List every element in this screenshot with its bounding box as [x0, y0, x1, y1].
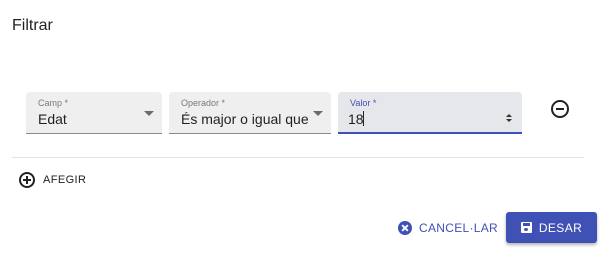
operator-select-label: Operador *: [181, 98, 226, 108]
field-select-value: Edat: [38, 111, 67, 127]
cancel-button[interactable]: CANCEL·LAR: [398, 218, 498, 238]
cancel-label: CANCEL·LAR: [419, 221, 499, 235]
value-input-value[interactable]: 18: [348, 111, 364, 127]
save-button[interactable]: DESAR: [506, 212, 597, 243]
value-input[interactable]: Valor * 18: [338, 92, 522, 134]
dropdown-arrow-icon: [313, 111, 323, 116]
text-cursor: [363, 111, 364, 126]
operator-select[interactable]: Operador * És major o igual que: [169, 92, 331, 134]
field-select-label: Camp *: [38, 98, 69, 108]
divider: [12, 157, 584, 158]
operator-select-value: És major o igual que: [181, 111, 309, 127]
add-filter-button[interactable]: AFEGIR: [19, 170, 86, 190]
add-circle-icon: [19, 172, 35, 188]
floppy-disk-icon: [520, 222, 532, 233]
save-label: DESAR: [538, 220, 583, 235]
add-filter-label: AFEGIR: [43, 174, 87, 186]
dropdown-arrow-icon: [144, 111, 154, 116]
value-input-label: Valor *: [350, 98, 377, 108]
field-select[interactable]: Camp * Edat: [26, 92, 162, 134]
number-spinner-icon[interactable]: [506, 113, 512, 123]
dialog-title: Filtrar: [12, 17, 53, 34]
remove-filter-icon[interactable]: [551, 100, 569, 118]
cancel-icon: [398, 221, 412, 235]
